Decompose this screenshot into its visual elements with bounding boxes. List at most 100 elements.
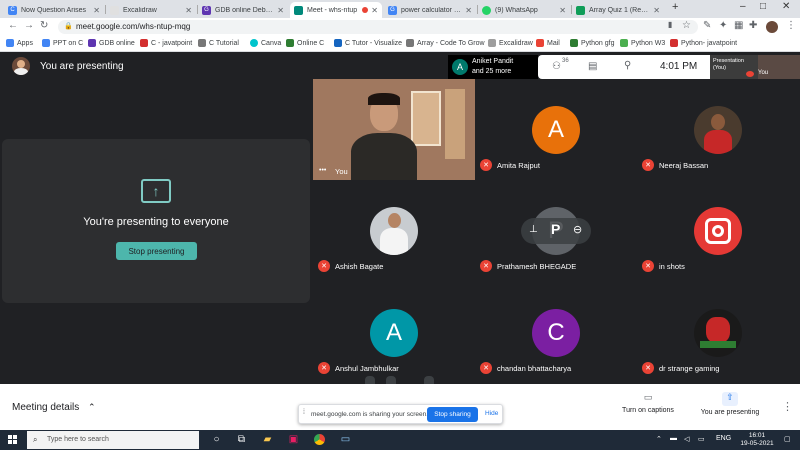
close-icon[interactable]: ✕ [559, 6, 566, 15]
presentation-label: Presentation (You) [713, 58, 744, 71]
windows-start-icon[interactable] [8, 435, 18, 445]
participant-tile-anshul[interactable]: A ✕ Anshul Jambhulkar [313, 282, 474, 382]
bookmark-ppt[interactable]: PPT on C [42, 39, 83, 47]
task-view-icon[interactable]: ⧉ [235, 433, 248, 446]
tab-array-quiz[interactable]: Array Quiz 1 (Respon ✕ [572, 2, 664, 18]
tab-power-calculator[interactable]: G power calculator - Go ✕ [384, 2, 476, 18]
close-icon[interactable]: ✕ [371, 6, 378, 15]
close-icon[interactable]: ✕ [93, 6, 100, 15]
bookmark-star-icon[interactable]: ☆ [682, 20, 691, 31]
battery-icon[interactable]: ▭ [698, 435, 705, 443]
bookmark-python-gfg[interactable]: Python gfg [570, 39, 614, 47]
taskbar-clock[interactable]: 16:01 19-05-2021 [737, 432, 777, 448]
language-indicator[interactable]: ENG [716, 435, 731, 442]
address-bar[interactable]: 🔒 meet.google.com/whs-ntup-mqg [58, 20, 698, 34]
more-options-icon[interactable]: ⋮ [782, 400, 793, 413]
url-text: meet.google.com/whs-ntup-mqg [76, 22, 191, 31]
tab-label: power calculator - Go [401, 6, 463, 14]
participant-tile-neeraj[interactable]: ✕ Neeraj Bassan [637, 79, 798, 179]
pin-icon[interactable]: ⊥ [529, 224, 538, 235]
people-icon[interactable]: ⚇ [552, 61, 561, 72]
bookmark-gdb[interactable]: GDB online [88, 39, 135, 47]
participant-tile-ashish[interactable]: ✕ Ashish Bagate [313, 180, 474, 280]
tab-gdb[interactable]: G GDB online Debugger ✕ [198, 2, 288, 18]
participant-tile-prathamesh[interactable]: P ⊥ P ⊖ ✕ Prathamesh BHEGADE [475, 180, 636, 280]
mail-icon [536, 39, 544, 47]
inshot-logo-icon [694, 207, 742, 255]
new-tab-icon[interactable]: + [672, 1, 678, 13]
bookmark-canva[interactable]: Canva [250, 39, 281, 47]
back-arrow-icon[interactable]: ← [8, 20, 18, 31]
chrome-icon[interactable] [313, 433, 326, 446]
tab-label: Now Question Arises [21, 6, 86, 14]
more-options-icon[interactable]: ••• [319, 167, 326, 174]
window-close-icon[interactable]: ✕ [782, 1, 790, 12]
chat-icon[interactable]: ▤ [588, 61, 597, 72]
remove-icon[interactable]: ⊖ [573, 223, 582, 236]
activities-icon[interactable]: ⚲ [624, 60, 631, 71]
shirt [351, 133, 417, 180]
active-speaker-banner: A Aniket Pandit and 25 more [448, 55, 538, 79]
tab-excalidraw[interactable]: Excalidraw ✕ [106, 2, 196, 18]
profile-avatar[interactable] [766, 21, 778, 33]
participant-tile-dr-strange[interactable]: ✕ dr strange gaming [637, 282, 798, 382]
volume-icon[interactable]: ◁ [684, 435, 689, 443]
pen-icon[interactable]: ✎ [703, 20, 711, 31]
cortana-icon[interactable]: ○ [210, 433, 223, 446]
network-icon[interactable]: ▬ [670, 435, 677, 442]
chevron-up-icon: ⌃ [88, 402, 96, 412]
grid-icon[interactable]: ▦ [734, 20, 743, 31]
captions-button[interactable]: ▭ Turn on captions [618, 392, 678, 414]
tab-now-question[interactable]: C Now Question Arises ✕ [4, 2, 104, 18]
forward-arrow-icon[interactable]: → [24, 20, 34, 31]
participant-tile-you[interactable]: ••• You [313, 79, 475, 180]
minimize-icon[interactable]: – [740, 1, 746, 12]
bookmark-array[interactable]: Array - Code To Grow [406, 39, 485, 47]
hide-link[interactable]: Hide [485, 410, 498, 417]
reload-icon[interactable]: ↻ [40, 20, 48, 31]
you-are-presenting-button[interactable]: ⇧ You are presenting [697, 392, 763, 416]
tray-up-icon[interactable]: ⌃ [656, 435, 662, 443]
participant-tile-amita[interactable]: A ✕ Amita Rajput [475, 79, 636, 179]
drag-handle-icon[interactable]: ⁞ [303, 409, 305, 416]
puzzle-icon[interactable]: ✚ [749, 20, 757, 31]
bookmark-online-c[interactable]: Online C [286, 39, 324, 47]
bookmark-icon [670, 39, 678, 47]
more-icon[interactable]: ⋮ [786, 20, 796, 31]
stop-presenting-button[interactable]: Stop presenting [116, 242, 197, 260]
speaker-more: and 25 more [472, 68, 512, 75]
close-icon[interactable]: ✕ [653, 6, 660, 15]
browser-toolbar: ← → ↻ 🔒 meet.google.com/whs-ntup-mqg ▮ ☆… [0, 18, 800, 36]
app-icon[interactable]: ▣ [287, 433, 300, 446]
tab-meet[interactable]: Meet - whs-ntup ✕ [290, 2, 382, 18]
bookmark-python-javatpoint[interactable]: Python- javatpoint [670, 39, 737, 47]
close-icon[interactable]: ✕ [465, 6, 472, 15]
bookmarks-bar: Apps PPT on C GDB online C - javatpoint … [0, 36, 800, 52]
maximize-icon[interactable]: □ [760, 1, 766, 12]
participant-name: Ashish Bagate [335, 262, 384, 271]
tab-whatsapp[interactable]: (9) WhatsApp ✕ [478, 2, 570, 18]
bookmark-c-tutorial[interactable]: C Tutorial [198, 39, 239, 47]
close-icon[interactable]: ✕ [277, 6, 284, 15]
participant-tile-in-shots[interactable]: ✕ in shots [637, 180, 798, 280]
participant-name: Neeraj Bassan [659, 161, 709, 170]
notification-icon[interactable]: ▢ [784, 435, 791, 443]
close-icon[interactable]: ✕ [185, 6, 192, 15]
presentation-thumbnail[interactable]: Presentation (You) You [710, 55, 800, 79]
participant-name: Prathamesh BHEGADE [497, 262, 577, 271]
app-window-icon[interactable]: ▭ [339, 433, 352, 446]
camera-icon[interactable]: ▮ [668, 20, 672, 29]
bookmark-python-w3[interactable]: Python W3 [620, 39, 665, 47]
taskbar-search-input[interactable]: ⌕ Type here to search [27, 431, 199, 449]
meeting-details-button[interactable]: Meeting details ⌃ [12, 402, 96, 413]
stop-sharing-button[interactable]: Stop sharing [427, 407, 478, 422]
bookmark-mail[interactable]: Mail [536, 39, 560, 47]
extension-icon[interactable]: ✦ [719, 20, 727, 31]
bookmark-excalidraw[interactable]: Excalidraw [488, 39, 533, 47]
file-explorer-icon[interactable]: ▰ [261, 433, 274, 446]
participant-tile-chandan[interactable]: C ✕ chandan bhattacharya [475, 282, 636, 382]
bookmark-c-tutor[interactable]: C Tutor - Visualize [334, 39, 402, 47]
bookmark-javatpoint[interactable]: C - javatpoint [140, 39, 192, 47]
you-label: You [758, 70, 769, 76]
bookmark-apps[interactable]: Apps [6, 39, 33, 47]
